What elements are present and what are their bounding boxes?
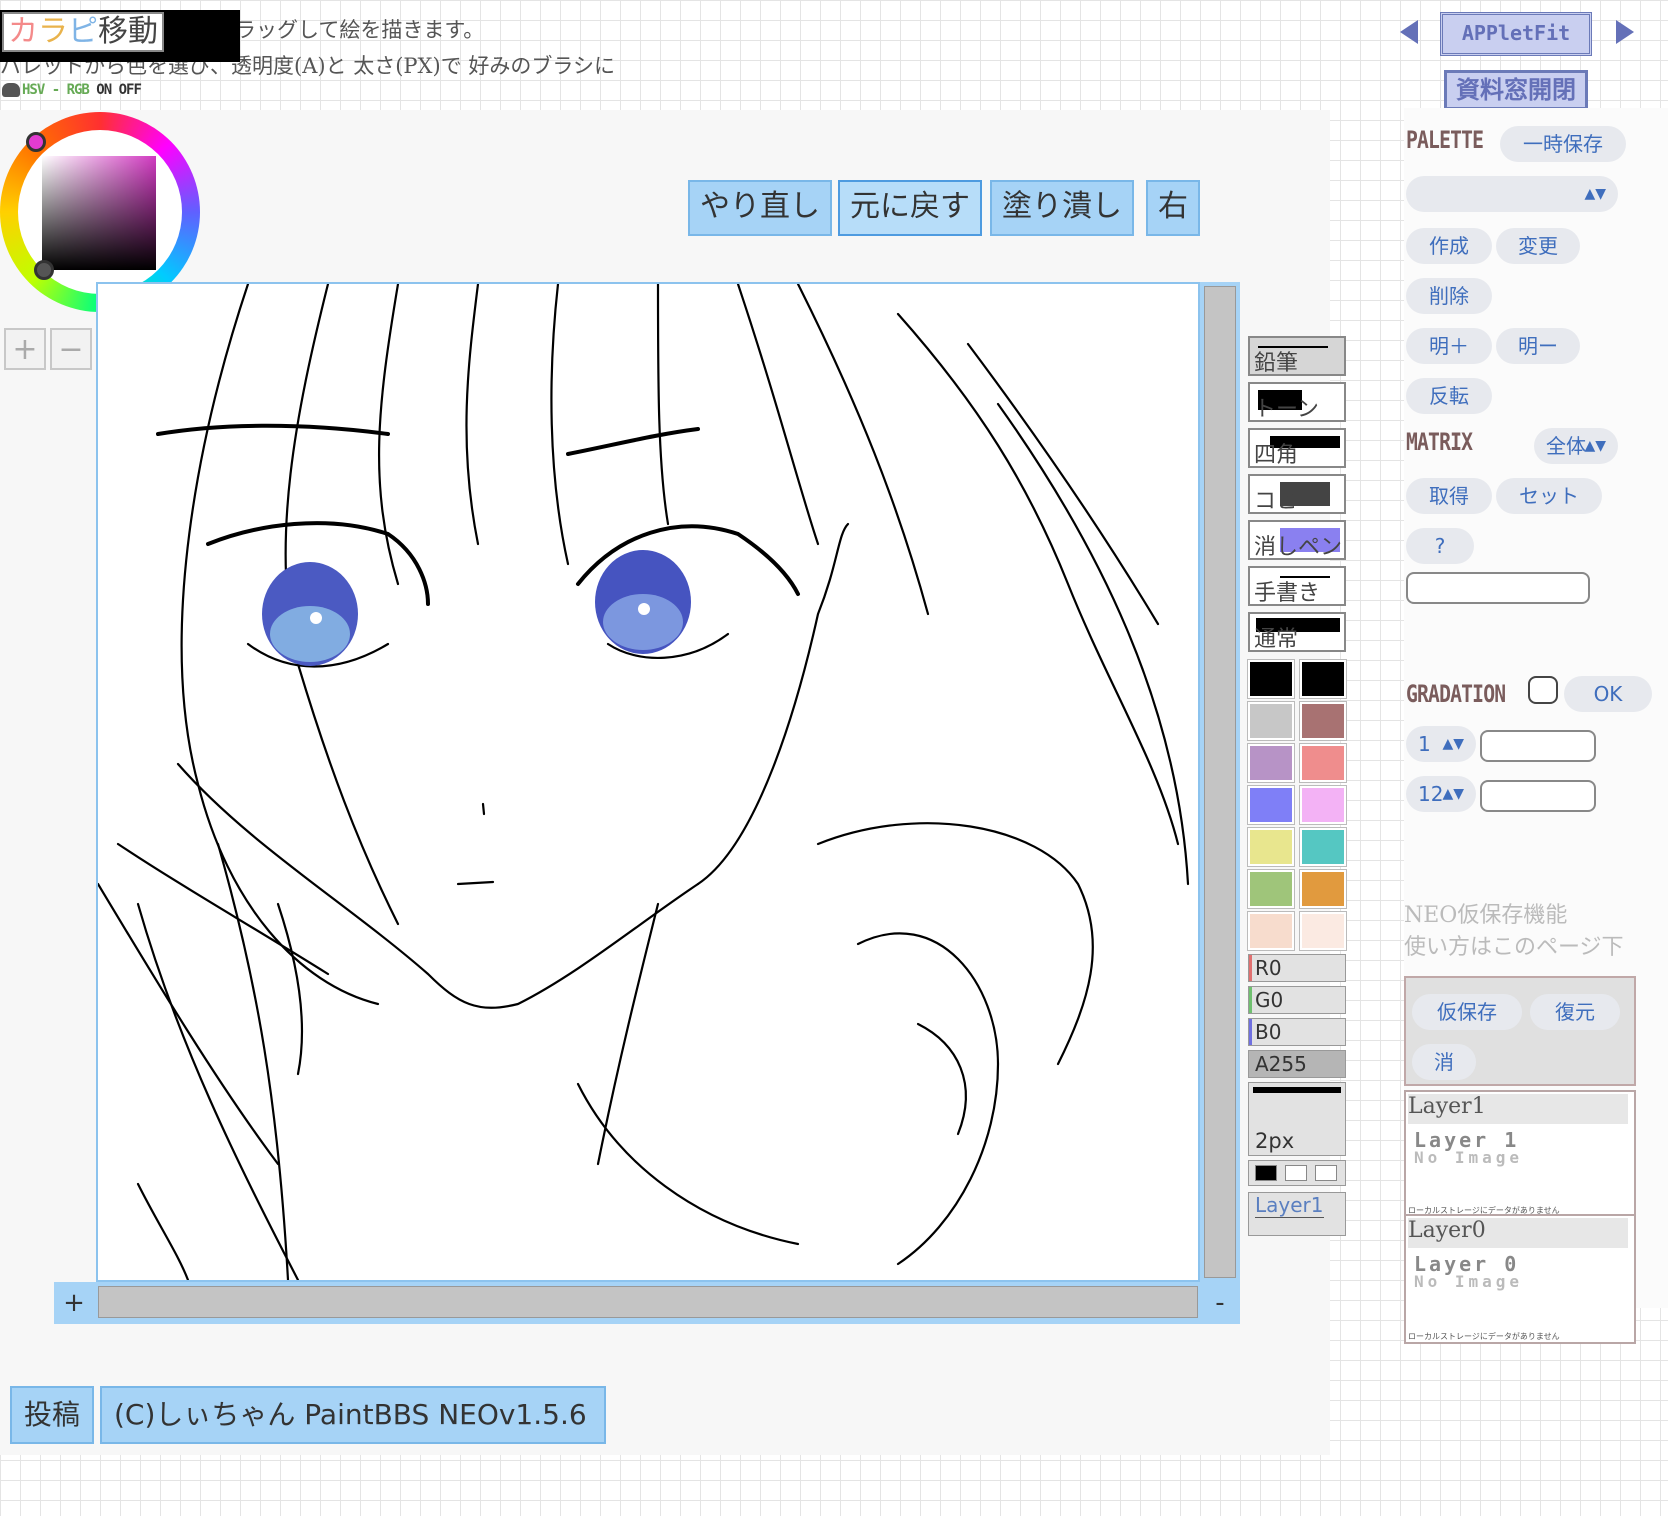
appletfit-button[interactable]: APPletFit — [1440, 12, 1592, 56]
palette-swatch[interactable] — [1247, 743, 1295, 783]
zoom-out-button[interactable]: − — [50, 328, 92, 370]
chevron-updown-icon: ▲▼ — [1584, 186, 1606, 202]
arrow-right-icon[interactable] — [1616, 20, 1634, 44]
neo-temp-save-info: NEO仮保存機能 使い方はこのページ下 — [1404, 903, 1624, 960]
palette-swatch[interactable] — [1247, 827, 1295, 867]
arrow-left-icon[interactable] — [1400, 20, 1418, 44]
tool-normal[interactable]: 通常 — [1248, 612, 1346, 652]
tool-rect[interactable]: 四角 — [1248, 428, 1346, 468]
matrix-input[interactable] — [1406, 572, 1590, 604]
vertical-scroll-thumb[interactable] — [1204, 286, 1236, 1278]
right-button[interactable]: 右 — [1146, 180, 1200, 236]
brightness-plus-button[interactable]: 明＋ — [1406, 328, 1492, 364]
brush-size-slider[interactable]: 2px — [1248, 1082, 1346, 1156]
gradation-checkbox[interactable] — [1528, 676, 1558, 704]
matrix-scope-select[interactable]: 全体 ▲▼ — [1534, 428, 1618, 464]
palette-heading: PALETTE — [1406, 126, 1484, 154]
sv-handle[interactable] — [34, 260, 54, 280]
undo-button[interactable]: 元に戻す — [838, 180, 982, 236]
palette-swatch[interactable] — [1299, 911, 1347, 951]
green-slider[interactable]: G0 — [1248, 986, 1346, 1014]
palette-swatch[interactable] — [1247, 785, 1295, 825]
red-slider[interactable]: R0 — [1248, 954, 1346, 982]
drawing-canvas[interactable] — [96, 282, 1200, 1282]
chevron-updown-icon: ▲▼ — [1584, 438, 1606, 454]
brightness-minus-button[interactable]: 明ー — [1496, 328, 1580, 364]
temp-save-button[interactable]: 仮保存 — [1412, 994, 1522, 1030]
scroll-zoom-in-button[interactable]: + — [54, 1282, 94, 1324]
get-matrix-button[interactable]: 取得 — [1406, 478, 1492, 514]
temp-save-palette-button[interactable]: 一時保存 — [1500, 126, 1626, 162]
sketch-drawing — [98, 284, 1190, 1280]
matrix-heading: MATRIX — [1406, 428, 1473, 456]
palette-swatch[interactable] — [1299, 827, 1347, 867]
mask-selector[interactable] — [1248, 1160, 1346, 1186]
scroll-zoom-out-button[interactable]: - — [1200, 1282, 1240, 1324]
mask-option-none[interactable] — [1315, 1165, 1337, 1181]
fill-button[interactable]: 塗り潰し — [990, 180, 1134, 236]
palette-swatch[interactable] — [1299, 743, 1347, 783]
mask-option-black[interactable] — [1255, 1165, 1277, 1181]
tool-eraser[interactable]: 消しペン — [1248, 520, 1346, 560]
off-toggle[interactable]: OFF — [119, 82, 142, 98]
tool-handwrite[interactable]: 手書き — [1248, 566, 1346, 606]
post-button[interactable]: 投稿 — [10, 1386, 94, 1444]
erase-temp-button[interactable]: 消 — [1412, 1044, 1476, 1080]
help-text-line1: ラッグして絵を描きます。 — [235, 18, 485, 42]
on-toggle[interactable]: ON — [96, 82, 112, 98]
palette-swatch[interactable] — [1299, 869, 1347, 909]
invert-button[interactable]: 反転 — [1406, 378, 1492, 414]
chevron-updown-icon: ▲▼ — [1442, 786, 1464, 802]
vertical-scrollbar[interactable] — [1200, 282, 1240, 1282]
horizontal-scroll-thumb[interactable] — [98, 1286, 1198, 1318]
redo-button[interactable]: やり直し — [688, 180, 832, 236]
material-window-toggle[interactable]: 資料窓開閉 — [1444, 70, 1588, 110]
palette-swatch[interactable] — [1299, 785, 1347, 825]
change-button[interactable]: 変更 — [1496, 228, 1580, 264]
tool-tone[interactable]: トーン — [1248, 382, 1346, 422]
hue-handle[interactable] — [26, 132, 46, 152]
zoom-in-button[interactable]: + — [4, 328, 46, 370]
palette-swatch[interactable] — [1247, 659, 1295, 699]
create-button[interactable]: 作成 — [1406, 228, 1492, 264]
gradation-color-input-1[interactable] — [1480, 730, 1596, 762]
credit-link[interactable]: (C)しぃちゃん PaintBBS NEOv1.5.6 — [100, 1386, 606, 1444]
mask-option-white[interactable] — [1285, 1165, 1307, 1181]
karapi-move-button[interactable]: カラピ移動 — [2, 12, 164, 52]
gradation-step-select-1[interactable]: 1 ▲▼ — [1406, 726, 1476, 762]
gradation-step-select-2[interactable]: 12 ▲▼ — [1406, 776, 1476, 812]
delete-button[interactable]: 削除 — [1406, 278, 1492, 314]
saturation-value-square[interactable] — [42, 156, 156, 270]
blue-slider[interactable]: B0 — [1248, 1018, 1346, 1046]
cat-icon — [2, 83, 20, 97]
gradation-ok-button[interactable]: OK — [1564, 676, 1652, 712]
tool-copy[interactable]: コピー — [1248, 474, 1346, 514]
horizontal-scrollbar[interactable]: + - — [54, 1282, 1240, 1324]
hsv-rgb-toggle[interactable]: HSV - RGB ON OFF — [2, 82, 142, 98]
restore-button[interactable]: 復元 — [1530, 994, 1620, 1030]
layer-preview-0[interactable]: Layer0 Layer 0 No Image ローカルストレージにデータがあり… — [1404, 1214, 1636, 1344]
chevron-updown-icon: ▲▼ — [1442, 736, 1464, 752]
set-matrix-button[interactable]: セット — [1496, 478, 1602, 514]
alpha-slider[interactable]: A255 — [1248, 1050, 1346, 1078]
palette-swatch[interactable] — [1247, 701, 1295, 741]
palette-swatch[interactable] — [1299, 701, 1347, 741]
layer-selector[interactable]: Layer1 — [1248, 1192, 1346, 1236]
gradation-color-input-2[interactable] — [1480, 780, 1596, 812]
help-button[interactable]: ? — [1406, 528, 1474, 564]
palette-swatch[interactable] — [1247, 869, 1295, 909]
tool-pencil[interactable]: 鉛筆 — [1248, 336, 1346, 376]
palette-select[interactable]: ▲▼ — [1406, 176, 1618, 212]
palette-swatch[interactable] — [1247, 911, 1295, 951]
gradation-heading: GRADATION — [1406, 680, 1506, 708]
palette-swatch[interactable] — [1299, 659, 1347, 699]
layer-preview-1[interactable]: Layer1 Layer 1 No Image ローカルストレージにデータがあり… — [1404, 1090, 1636, 1218]
